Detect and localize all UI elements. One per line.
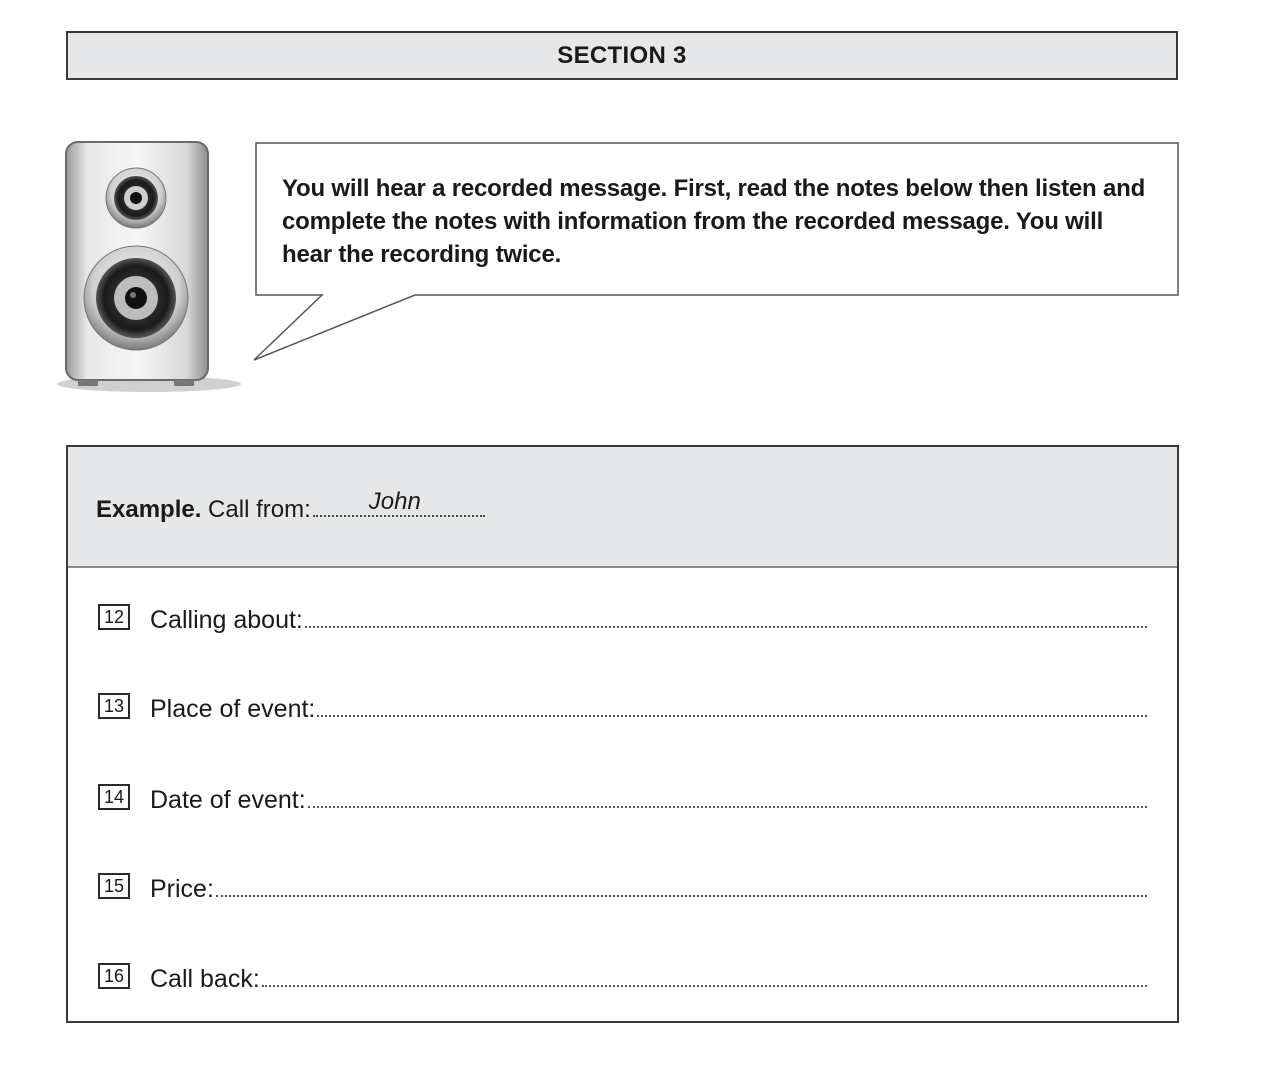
- question-number: 15: [98, 873, 130, 899]
- example-label: Call from:: [201, 496, 311, 523]
- example-line: Example. Call from: John: [96, 489, 485, 524]
- answer-line[interactable]: [317, 714, 1147, 717]
- note-label: Call back:: [150, 965, 260, 993]
- note-label: Price:: [150, 875, 214, 903]
- example-band: Example. Call from: John: [68, 447, 1177, 568]
- question-number: 14: [98, 784, 130, 810]
- example-answer-line: John: [312, 488, 485, 517]
- note-item-15: 15 Price:: [98, 869, 1147, 903]
- note-item-16: 16 Call back:: [98, 959, 1147, 993]
- answer-line[interactable]: [307, 805, 1147, 808]
- example-label-bold: Example.: [96, 496, 202, 523]
- question-number: 13: [98, 693, 130, 719]
- answer-line[interactable]: [261, 984, 1147, 987]
- note-label: Date of event:: [150, 786, 306, 814]
- answer-line[interactable]: [304, 625, 1147, 628]
- answer-line[interactable]: [215, 894, 1147, 897]
- note-item-13: 13 Place of event:: [98, 689, 1147, 723]
- notes-box: Example. Call from: John 12 Calling abou…: [66, 445, 1179, 1023]
- note-label: Place of event:: [150, 695, 316, 723]
- question-number: 12: [98, 604, 130, 630]
- note-label: Calling about:: [150, 606, 303, 634]
- example-answer: John: [368, 488, 421, 515]
- section-title-text: SECTION 3: [557, 41, 687, 69]
- instructions-text: You will hear a recorded message. First,…: [282, 175, 1146, 268]
- question-number: 16: [98, 963, 130, 989]
- section-title: SECTION 3: [66, 31, 1178, 80]
- note-item-14: 14 Date of event:: [98, 780, 1147, 814]
- speaker-icon: [57, 141, 241, 392]
- note-item-12: 12 Calling about:: [98, 600, 1147, 634]
